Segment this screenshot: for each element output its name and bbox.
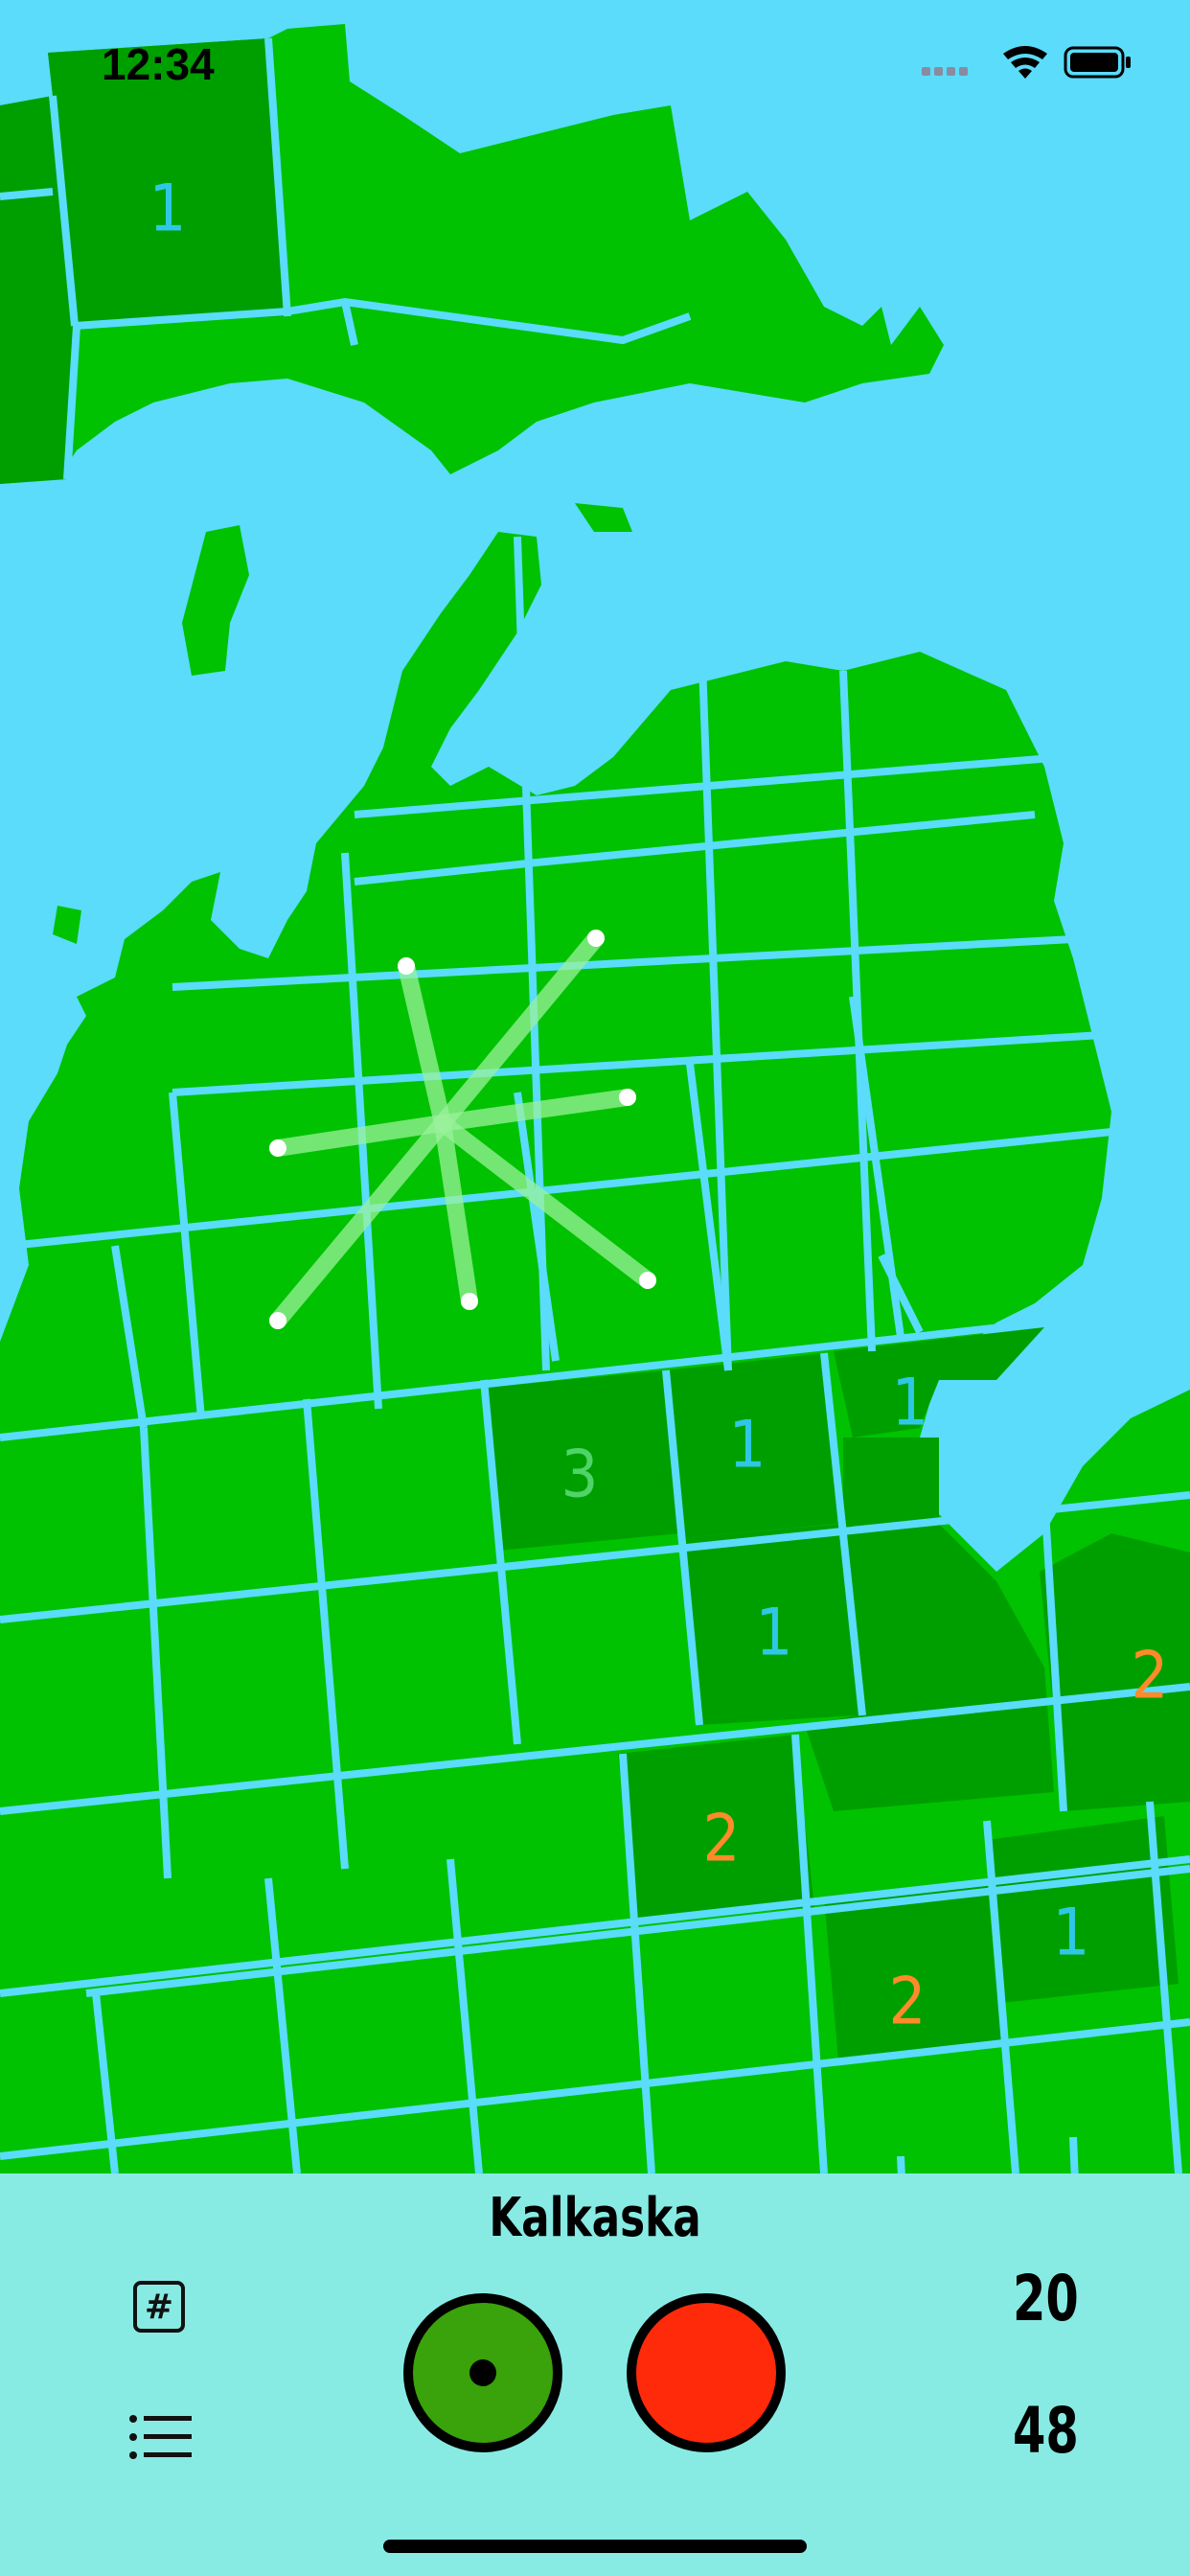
county-number: 2: [1132, 1639, 1169, 1714]
battery-icon: [1064, 46, 1131, 79]
county-number: 1: [892, 1366, 929, 1441]
status-icons: [922, 46, 1131, 79]
county-number: 1: [756, 1596, 793, 1671]
game-screen: 1 3 1 1 1 2 2 2 1 12:34 Kalkaska # 20 48: [0, 0, 1190, 2576]
home-indicator[interactable]: [383, 2540, 807, 2553]
county-number: 2: [703, 1802, 741, 1877]
island: [182, 525, 249, 676]
reveal-button[interactable]: [403, 2293, 562, 2452]
number-toggle-button[interactable]: #: [133, 2281, 185, 2333]
island: [575, 503, 632, 532]
wifi-icon: [1003, 46, 1047, 79]
score-top: 20: [1013, 2262, 1079, 2335]
county-number: 3: [561, 1438, 599, 1513]
upper-peninsula: [0, 24, 944, 484]
county-name: Kalkaska: [489, 2187, 701, 2249]
hash-label: #: [144, 2287, 174, 2327]
island: [53, 906, 81, 944]
county-number: 1: [1053, 1896, 1090, 1971]
status-time: 12:34: [102, 39, 215, 89]
county-number: 1: [149, 172, 187, 247]
score-bottom: 48: [1013, 2394, 1079, 2468]
list-icon[interactable]: [128, 2413, 192, 2461]
county-number: 1: [729, 1408, 767, 1484]
flag-button[interactable]: [627, 2293, 786, 2452]
reveal-dot-icon: [469, 2359, 496, 2386]
cellular-signal-icon: [922, 67, 968, 76]
county-number: 2: [889, 1965, 927, 2040]
